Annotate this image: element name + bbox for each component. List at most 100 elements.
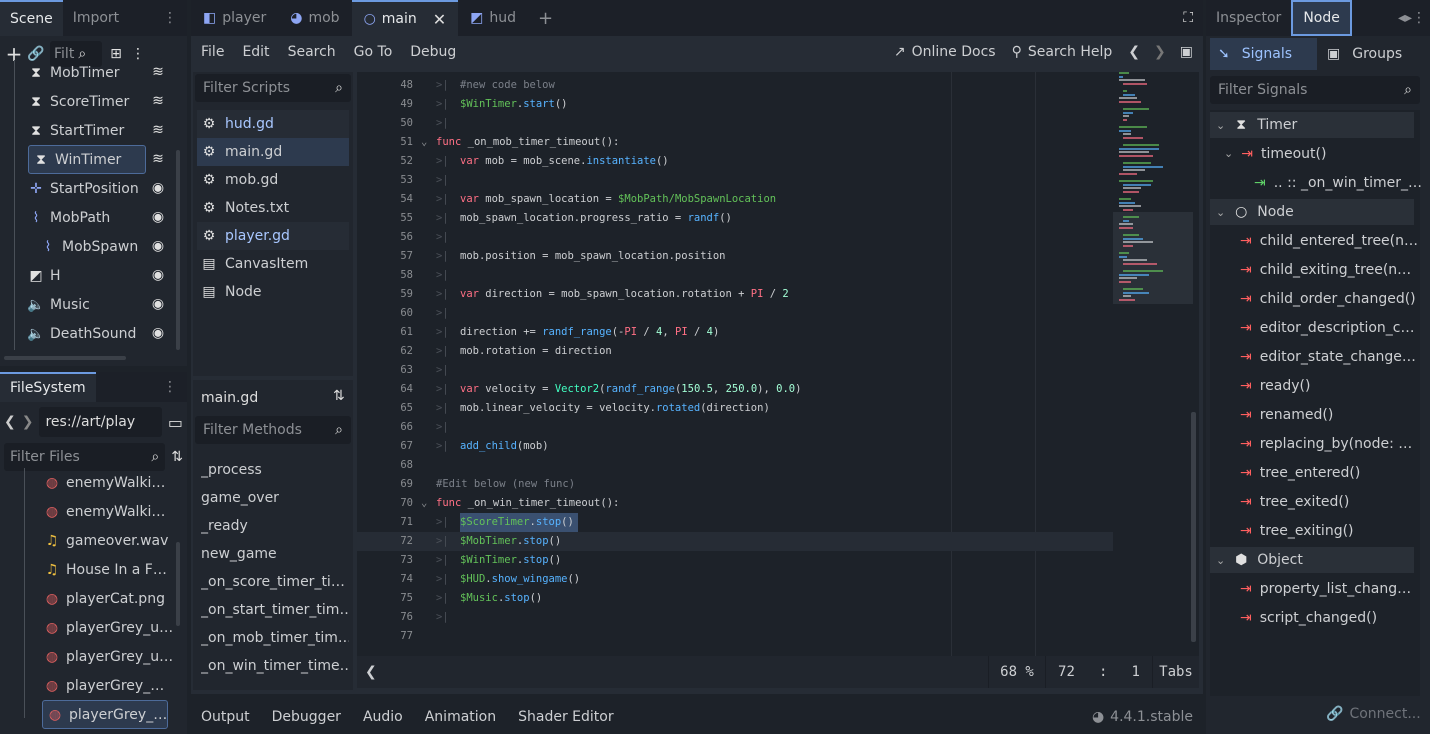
signals-tab[interactable]: ➘ Signals [1210, 38, 1317, 70]
code-line[interactable]: 75 >| $Music.stop() [357, 589, 1113, 608]
code-line[interactable]: 67 >| add_child(mob) [357, 437, 1113, 456]
minimap[interactable] [1113, 72, 1193, 312]
filter-scripts-input[interactable]: Filter Scripts ⌕ [195, 74, 351, 102]
code-line[interactable]: 66 >| [357, 418, 1113, 437]
new-tab-icon[interactable]: + [528, 0, 563, 36]
code-line[interactable]: 49 >| $WinTimer.start() [357, 95, 1113, 114]
editor-tab[interactable]: ◕ mob [278, 0, 351, 36]
bottom-tab[interactable]: Debugger [272, 709, 341, 725]
code-line[interactable]: 54 >| var mob_spawn_location = $MobPath/Mo… [357, 190, 1113, 209]
signal-item[interactable]: ⇥ ready() [1240, 371, 1310, 400]
code-line[interactable]: 57 >| mob.position = mob_spawn_location.po… [357, 247, 1113, 266]
fullscreen-icon[interactable]: ⛶ [1173, 0, 1203, 36]
fs-file[interactable]: ◍ playerGrey_… [44, 671, 174, 700]
menu-item[interactable]: Edit [242, 44, 269, 60]
eye-icon[interactable]: ◉ [150, 238, 166, 254]
bottom-tab[interactable]: Output [201, 709, 250, 725]
tab-import[interactable]: Import [63, 0, 129, 36]
fs-file[interactable]: ◍ enemyWalki… [44, 497, 174, 526]
scene-node[interactable]: ⧗ WinTimer [28, 145, 146, 174]
signal-item[interactable]: ⇥ child_entered_tree(n… [1240, 226, 1418, 255]
fold-arrow-icon[interactable]: ⌄ [421, 133, 427, 152]
signal-item[interactable]: ⌄ ⇥ timeout() [1224, 139, 1326, 168]
code-line[interactable]: 51 ⌄ func _on_mob_timer_timeout(): [357, 133, 1113, 152]
script-item[interactable]: ⚙ player.gd [197, 222, 349, 250]
toggle-panel-icon[interactable]: ▣ [1180, 44, 1193, 60]
script-item[interactable]: ▤ CanvasItem [197, 250, 349, 278]
code-line[interactable]: 52 >| var mob = mob_scene.instantiate() [357, 152, 1113, 171]
fs-file[interactable]: ♫ House In a F… [44, 555, 174, 584]
editor-tab[interactable]: ◧ player [191, 0, 278, 36]
indent-mode[interactable]: Tabs [1153, 664, 1199, 680]
code-line[interactable]: 62 >| mob.rotation = direction [357, 342, 1113, 361]
signal-item[interactable]: ⇥ child_order_changed() [1240, 284, 1416, 313]
editor-tab[interactable]: ◩ hud [458, 0, 528, 36]
code-line[interactable]: 73 >| $WinTimer.stop() [357, 551, 1113, 570]
code-editor[interactable]: 48 >| #new code below 49 >| $WinTimer.start()… [357, 72, 1199, 656]
scene-scrollbar[interactable] [176, 150, 180, 350]
fs-file[interactable]: ◍ playerGrey_u… [44, 642, 174, 671]
signal-icon[interactable]: ≋ [150, 151, 166, 167]
signal-class-header[interactable]: ⌄ ⬢ Object [1210, 547, 1414, 573]
signal-item[interactable]: ⇥ child_exiting_tree(n… [1240, 255, 1411, 284]
signal-item[interactable]: ⇥ tree_entered() [1240, 458, 1360, 487]
eye-icon[interactable]: ◉ [150, 325, 166, 341]
fs-scrollbar[interactable] [176, 542, 180, 626]
signal-item[interactable]: ⇥ property_list_chang… [1240, 574, 1411, 603]
scene-hscrollbar[interactable] [4, 356, 126, 360]
method-item[interactable]: _on_mob_timer_tim… [201, 624, 349, 652]
signal-icon[interactable]: ≋ [150, 122, 166, 138]
toggle-scripts-icon[interactable]: ❮ [365, 664, 377, 680]
dock-arrows-icon[interactable]: ◂▸⋮ [1394, 0, 1430, 36]
method-item[interactable]: _on_win_timer_time… [201, 652, 349, 680]
fs-file[interactable]: ◍ playerGrey_u… [44, 613, 174, 642]
code-line[interactable]: 77 [357, 627, 1113, 646]
code-line[interactable]: 70 ⌄ func _on_win_timer_timeout(): [357, 494, 1113, 513]
fs-filter-input[interactable]: Filter Files ⌕ [4, 443, 166, 471]
filter-signals-input[interactable]: Filter Signals ⌕ [1210, 76, 1420, 104]
fs-file[interactable]: ♫ gameover.wav [44, 526, 174, 555]
code-line[interactable]: 76 >| [357, 608, 1113, 627]
code-line[interactable]: 71 >| $ScoreTimer.stop() [357, 513, 1113, 532]
tab-filesystem[interactable]: FileSystem [0, 372, 96, 402]
signal-item[interactable]: ⇥ editor_state_change… [1240, 342, 1416, 371]
fs-file[interactable]: ◍ playerGrey_… [42, 700, 168, 729]
signal-item[interactable]: ⇥ renamed() [1240, 400, 1333, 429]
eye-icon[interactable]: ◉ [150, 267, 166, 283]
signal-class-header[interactable]: ⌄ ⧗ Timer [1210, 112, 1414, 138]
method-item[interactable]: _ready [201, 512, 349, 540]
eye-icon[interactable]: ◉ [150, 209, 166, 225]
fs-file[interactable]: ◍ playerCat.png [44, 584, 174, 613]
script-item[interactable]: ⚙ main.gd [197, 138, 349, 166]
method-item[interactable]: _on_start_timer_tim… [201, 596, 349, 624]
tab-scene[interactable]: Scene [0, 0, 63, 36]
editor-tab[interactable]: ○ main ✕ [351, 0, 459, 36]
code-line[interactable]: 53 >| [357, 171, 1113, 190]
signal-item[interactable]: ⇥ editor_description_c… [1240, 313, 1414, 342]
online-docs-button[interactable]: ↗ Online Docs [894, 44, 996, 60]
code-scrollbar[interactable] [1191, 412, 1196, 642]
fs-path-input[interactable]: res://art/play [39, 407, 162, 437]
dock-menu-icon[interactable]: ⋮ [153, 0, 187, 36]
eye-icon[interactable]: ◉ [150, 296, 166, 312]
signal-class-header[interactable]: ⌄ ○ Node [1210, 199, 1414, 225]
groups-tab[interactable]: ▣ Groups [1317, 38, 1426, 70]
code-line[interactable]: 69 #Edit below (new func) [357, 475, 1113, 494]
menu-item[interactable]: Search [288, 44, 336, 60]
bottom-tab[interactable]: Animation [425, 709, 496, 725]
code-line[interactable]: 60 >| [357, 304, 1113, 323]
menu-item[interactable]: Debug [410, 44, 456, 60]
menu-item[interactable]: File [201, 44, 224, 60]
bottom-tab[interactable]: Shader Editor [518, 709, 613, 725]
fold-arrow-icon[interactable]: ⌄ [421, 494, 427, 513]
code-line[interactable]: 58 >| [357, 266, 1113, 285]
signal-item[interactable]: ⇥ replacing_by(node: … [1240, 429, 1412, 458]
signal-connection[interactable]: ⇥.. :: _on_win_timer_… [1254, 168, 1422, 197]
forward-icon[interactable]: ❯ [22, 414, 34, 430]
back-icon[interactable]: ❮ [4, 414, 16, 430]
tab-inspector[interactable]: Inspector [1206, 0, 1291, 36]
script-item[interactable]: ⚙ mob.gd [197, 166, 349, 194]
code-line[interactable]: 65 >| mob.linear_velocity = velocity.rotat… [357, 399, 1113, 418]
sort-methods-icon[interactable]: ⇅ [333, 388, 345, 404]
history-forward-icon[interactable]: ❯ [1154, 44, 1166, 60]
